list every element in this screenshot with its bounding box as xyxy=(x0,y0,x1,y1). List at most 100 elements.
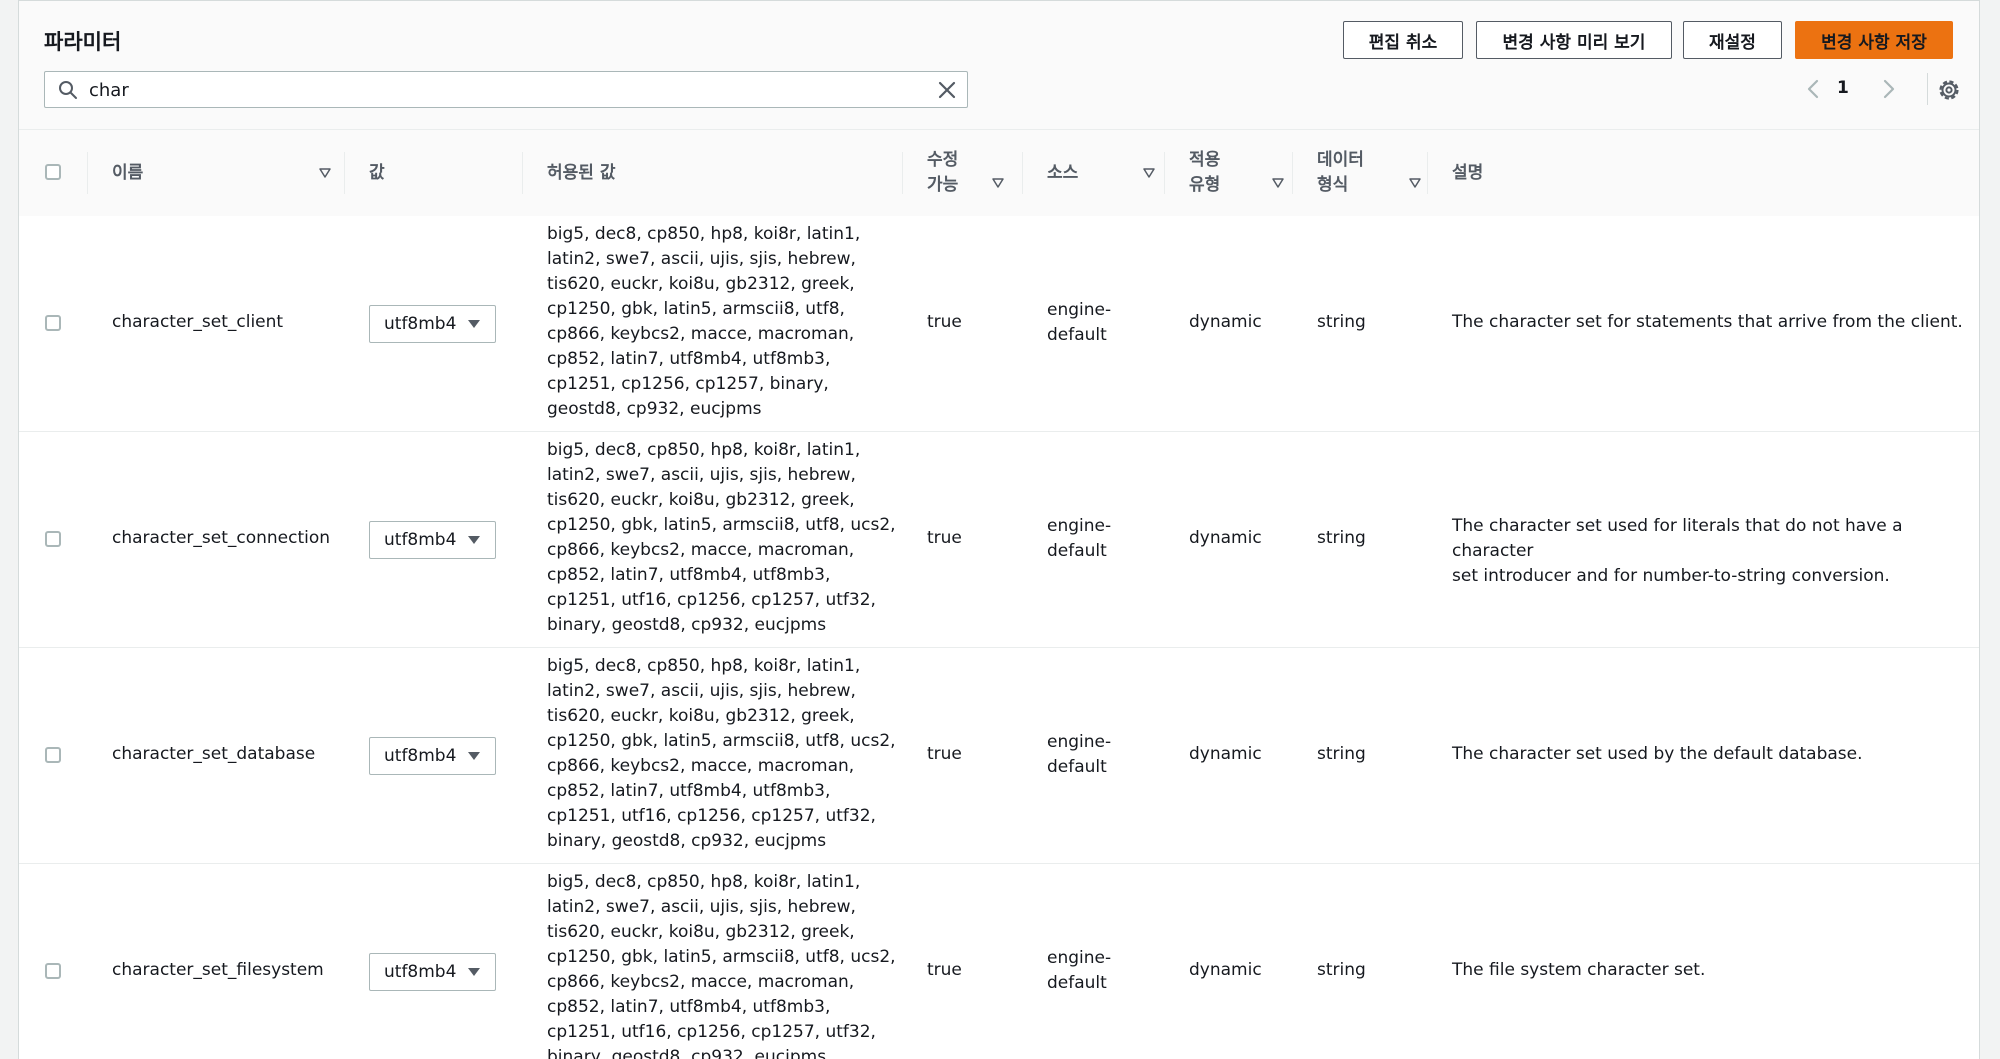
column-header-allowed-label: 허용된 값 xyxy=(547,162,616,183)
data-type-value: string xyxy=(1317,528,1366,548)
allowed-values-line: binary, geostd8, cp932, eucjpms xyxy=(547,615,827,635)
row-checkbox[interactable] xyxy=(45,747,61,763)
parameter-name: character_set_client xyxy=(112,312,284,332)
allowed-values-line: cp852, latin7, utf8mb4, utf8mb3, xyxy=(547,997,831,1017)
modifiable-value: true xyxy=(927,744,962,764)
source-line: default xyxy=(1047,541,1107,561)
allowed-values-line: cp866, keybcs2, macce, macroman, xyxy=(547,324,855,344)
apply-type-value: dynamic xyxy=(1189,312,1262,332)
description-line: The character set used by the default da… xyxy=(1452,744,1863,764)
sort-down-icon[interactable] xyxy=(1271,176,1285,190)
allowed-values-line: latin2, swe7, ascii, ujis, sjis, hebrew, xyxy=(547,897,856,917)
allowed-values-line: cp866, keybcs2, macce, macroman, xyxy=(547,540,855,560)
search-input[interactable] xyxy=(89,76,909,104)
column-header-data-type[interactable]: 데이터 형식 xyxy=(1317,130,1364,216)
allowed-values-line: big5, dec8, cp850, hp8, koi8r, latin1, xyxy=(547,872,861,892)
allowed-values: big5, dec8, cp850, hp8, koi8r, latin1, l… xyxy=(547,870,907,1059)
allowed-values-line: latin2, swe7, ascii, ujis, sjis, hebrew, xyxy=(547,465,856,485)
row-checkbox[interactable] xyxy=(45,963,61,979)
row-checkbox[interactable] xyxy=(45,531,61,547)
column-header-description-label: 설명 xyxy=(1452,162,1484,183)
sort-down-icon[interactable] xyxy=(991,176,1005,190)
pager-divider xyxy=(1927,73,1928,105)
chevron-right-icon[interactable] xyxy=(1877,77,1899,101)
allowed-values-line: cp852, latin7, utf8mb4, utf8mb3, xyxy=(547,565,831,585)
source-value: engine- default xyxy=(1047,946,1111,996)
column-separator xyxy=(522,152,523,194)
source-value: engine- default xyxy=(1047,514,1111,564)
allowed-values-line: tis620, euckr, koi8u, gb2312, greek, xyxy=(547,274,855,294)
settings-icon[interactable] xyxy=(1936,77,1962,103)
allowed-values-line: cp866, keybcs2, macce, macroman, xyxy=(547,972,855,992)
allowed-values-line: cp1250, gbk, latin5, armscii8, utf8, ucs… xyxy=(547,947,896,967)
column-separator xyxy=(344,152,345,194)
column-separator xyxy=(1427,152,1428,194)
chevron-left-icon[interactable] xyxy=(1803,77,1825,101)
column-header-modifiable-line1: 수정 xyxy=(927,150,959,170)
allowed-values-line: big5, dec8, cp850, hp8, koi8r, latin1, xyxy=(547,656,861,676)
source-line: default xyxy=(1047,325,1107,345)
column-separator xyxy=(902,152,903,194)
source-value: engine- default xyxy=(1047,298,1111,348)
source-line: default xyxy=(1047,973,1107,993)
clear-icon[interactable] xyxy=(937,80,957,100)
column-separator xyxy=(87,152,88,194)
column-header-apply-type-line1: 적용 xyxy=(1189,150,1221,170)
column-header-apply-type[interactable]: 적용 유형 xyxy=(1189,130,1220,216)
allowed-values-line: binary, geostd8, cp932, eucjpms xyxy=(547,831,827,851)
apply-type-value: dynamic xyxy=(1189,744,1262,764)
page-title: 파라미터 xyxy=(44,30,122,54)
column-header-name-label: 이름 xyxy=(112,162,144,183)
description: The character set for statements that ar… xyxy=(1452,310,1972,335)
parameter-name: character_set_filesystem xyxy=(112,960,324,980)
column-header-data-type-label: 데이터 형식 xyxy=(1317,148,1364,198)
column-separator xyxy=(1292,152,1293,194)
value-select-label: utf8mb4 xyxy=(384,314,457,334)
caret-down-icon xyxy=(468,752,480,760)
allowed-values-line: big5, dec8, cp850, hp8, koi8r, latin1, xyxy=(547,224,861,244)
row-checkbox[interactable] xyxy=(45,315,61,331)
description: The file system character set. xyxy=(1452,958,1972,983)
current-page-number[interactable]: 1 xyxy=(1837,78,1849,98)
sort-down-icon[interactable] xyxy=(1408,176,1422,190)
reset-button[interactable]: 재설정 xyxy=(1683,21,1782,59)
data-type-value: string xyxy=(1317,312,1366,332)
allowed-values: big5, dec8, cp850, hp8, koi8r, latin1, l… xyxy=(547,222,907,422)
value-select[interactable]: utf8mb4 xyxy=(369,737,496,775)
data-type-value: string xyxy=(1317,744,1366,764)
sort-down-icon[interactable] xyxy=(318,166,332,180)
column-header-apply-type-label: 적용 유형 xyxy=(1189,148,1220,198)
column-header-name[interactable]: 이름 xyxy=(112,130,143,216)
select-all-checkbox[interactable] xyxy=(45,164,61,180)
parameter-name: character_set_database xyxy=(112,744,316,764)
caret-down-icon xyxy=(468,320,480,328)
save-changes-button[interactable]: 변경 사항 저장 xyxy=(1795,21,1953,59)
column-header-modifiable-line2: 가능 xyxy=(927,175,959,195)
source-line: engine- xyxy=(1047,300,1112,320)
description-line: set introducer and for number-to-string … xyxy=(1452,566,1890,586)
column-header-modifiable-label: 수정 가능 xyxy=(927,148,958,198)
search-box xyxy=(44,71,968,108)
cancel-edit-button[interactable]: 편집 취소 xyxy=(1343,21,1463,59)
allowed-values-line: big5, dec8, cp850, hp8, koi8r, latin1, xyxy=(547,440,861,460)
column-header-source[interactable]: 소스 xyxy=(1047,130,1078,216)
apply-type-value: dynamic xyxy=(1189,960,1262,980)
value-select[interactable]: utf8mb4 xyxy=(369,521,496,559)
allowed-values-line: latin2, swe7, ascii, ujis, sjis, hebrew, xyxy=(547,249,856,269)
modifiable-value: true xyxy=(927,960,962,980)
value-select[interactable]: utf8mb4 xyxy=(369,953,496,991)
preview-changes-button[interactable]: 변경 사항 미리 보기 xyxy=(1476,21,1672,59)
sort-down-icon[interactable] xyxy=(1142,166,1156,180)
value-select-label: utf8mb4 xyxy=(384,530,457,550)
allowed-values-line: cp1251, cp1256, cp1257, binary, xyxy=(547,374,829,394)
caret-down-icon xyxy=(468,536,480,544)
table-header: 이름 값 허용된 값 수정 가능 소스 적용 유형 데이터 형식 설명 xyxy=(19,129,1979,217)
source-line: engine- xyxy=(1047,516,1112,536)
column-header-value-label: 값 xyxy=(369,162,385,183)
column-header-modifiable[interactable]: 수정 가능 xyxy=(927,130,958,216)
value-select[interactable]: utf8mb4 xyxy=(369,305,496,343)
column-header-data-type-line2: 형식 xyxy=(1317,175,1349,195)
allowed-values-line: latin2, swe7, ascii, ujis, sjis, hebrew, xyxy=(547,681,856,701)
description: The character set used for literals that… xyxy=(1452,514,1972,589)
value-select-label: utf8mb4 xyxy=(384,746,457,766)
